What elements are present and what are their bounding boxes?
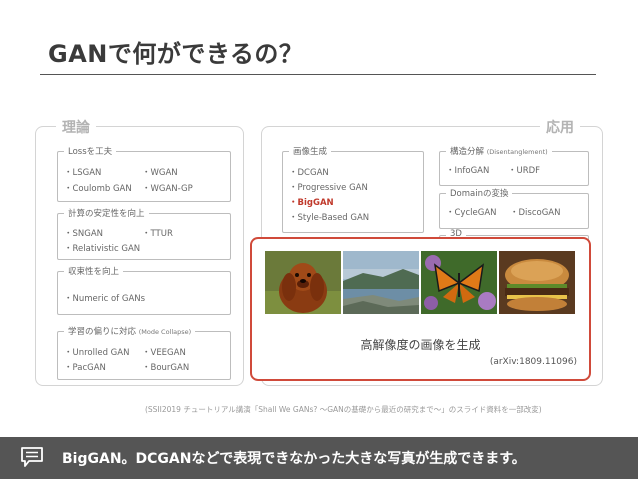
burger-photo: [499, 251, 575, 314]
list-item: ・Progressive GAN: [289, 183, 368, 193]
list-item: ・PacGAN: [64, 363, 106, 373]
convergence-group: 収束性を向上 ・Numeric of GANs: [57, 265, 231, 315]
image-generation-group: 画像生成 ・DCGAN ・Progressive GAN ・BigGAN ・St…: [282, 145, 424, 233]
loss-group-label: Lossを工夫: [64, 145, 117, 157]
butterfly-photo: [421, 251, 497, 314]
comment-icon: [20, 446, 44, 468]
biggan-popup: 高解像度の画像を生成 (arXiv:1809.11096): [250, 237, 591, 381]
loss-group: Lossを工夫 ・LSGAN ・WGAN ・Coulomb GAN ・WGAN-…: [57, 145, 231, 202]
popup-description: 高解像度の画像を生成: [360, 338, 481, 352]
image-generation-group-label: 画像生成: [289, 145, 332, 157]
list-item: ・Style-Based GAN: [289, 213, 370, 223]
list-item: ・BourGAN: [142, 363, 190, 373]
list-item: ・VEEGAN: [142, 348, 186, 358]
list-item-highlight: ・BigGAN: [289, 198, 334, 208]
caption-text: BigGAN。DCGANなどで表現できなかった大きな写真が生成できます。: [62, 451, 526, 467]
convergence-group-label: 収束性を向上: [64, 265, 124, 277]
disentanglement-group-label: 構造分解 (Disentanglement): [446, 145, 552, 157]
list-item: ・LSGAN: [64, 168, 102, 178]
list-item: ・Relativistic GAN: [64, 244, 141, 254]
list-item: ・CycleGAN: [446, 208, 497, 218]
list-item: ・InfoGAN: [446, 166, 490, 176]
coast-photo: [343, 251, 419, 314]
list-item: ・Numeric of GANs: [64, 294, 146, 304]
list-item: ・WGAN-GP: [142, 184, 193, 194]
list-item: ・WGAN: [142, 168, 178, 178]
disentanglement-group: 構造分解 (Disentanglement) ・InfoGAN ・URDF: [439, 145, 589, 186]
list-item: ・DiscoGAN: [510, 208, 561, 218]
title-divider: [40, 74, 596, 75]
list-item: ・Unrolled GAN: [64, 348, 130, 358]
list-item: ・TTUR: [142, 229, 173, 239]
mode-collapse-group-label: 学習の偏りに対応 (Mode Collapse): [64, 325, 196, 337]
stability-group-label: 計算の安定性を向上: [64, 207, 149, 219]
stability-group: 計算の安定性を向上 ・SNGAN ・TTUR ・Relativistic GAN: [57, 207, 231, 260]
list-item: ・Coulomb GAN: [64, 184, 132, 194]
dog-photo: [265, 251, 341, 314]
theory-panel-label: 理論: [56, 117, 96, 137]
domain-transfer-group-label: Domainの変換: [446, 187, 513, 199]
arxiv-reference: (arXiv:1809.11096): [489, 357, 577, 367]
mode-collapse-group: 学習の偏りに対応 (Mode Collapse) ・Unrolled GAN ・…: [57, 325, 231, 380]
caption-bar: BigGAN。DCGANなどで表現できなかった大きな写真が生成できます。: [0, 437, 638, 479]
list-item: ・DCGAN: [289, 168, 329, 178]
slide-title: GANで何ができるの？: [48, 40, 304, 68]
domain-transfer-group: Domainの変換 ・CycleGAN ・DiscoGAN: [439, 187, 589, 229]
list-item: ・SNGAN: [64, 229, 104, 239]
source-footnote: (SSII2019 チュートリアル講演「Shall We GANs? 〜GANの…: [145, 405, 542, 414]
application-panel-label: 応用: [540, 117, 580, 137]
list-item: ・URDF: [508, 166, 541, 176]
